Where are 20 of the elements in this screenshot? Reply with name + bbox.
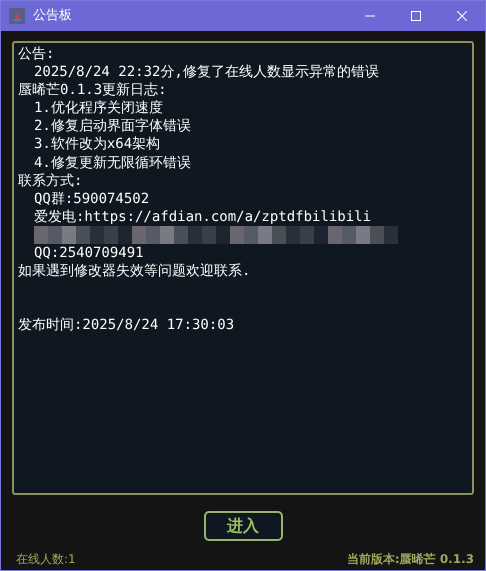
- version-label: 当前版本:蜃晞芒 0.1.3: [346, 551, 474, 568]
- window-title: 公告板: [33, 7, 73, 26]
- maximize-icon[interactable]: [411, 11, 421, 21]
- notice-line: 2025/8/24 22:32分,修复了在线人数显示异常的错误: [33, 63, 379, 82]
- online-count: 在线人数:1: [16, 551, 76, 568]
- close-icon[interactable]: [457, 11, 467, 21]
- notice-line: 爱发电:https://afdian.com/a/zptdfbilibili: [33, 208, 372, 226]
- notice-line: 联系方式:: [18, 172, 82, 190]
- notice-line: 3.软件改为x64架构: [33, 135, 160, 154]
- notice-line: 1.优化程序关闭速度: [33, 99, 163, 118]
- notice-line: QQ群:590074502: [33, 190, 150, 208]
- enter-button[interactable]: 进入: [204, 511, 282, 541]
- notice-line: 2.修复启动界面字体错误: [33, 117, 191, 136]
- notice-line: 如果遇到修改器失效等问题欢迎联系.: [18, 262, 250, 280]
- notice-line: 公告:: [18, 45, 54, 64]
- notice-line: 发布时间:2025/8/24 17:30:03: [18, 316, 234, 334]
- app-icon: [9, 6, 25, 26]
- notice-line: 4.修复更新无限循环错误: [33, 154, 191, 172]
- notice-line: QQ:2540709491: [33, 244, 144, 262]
- notice-line: 蜃晞芒0.1.3更新日志:: [18, 81, 167, 100]
